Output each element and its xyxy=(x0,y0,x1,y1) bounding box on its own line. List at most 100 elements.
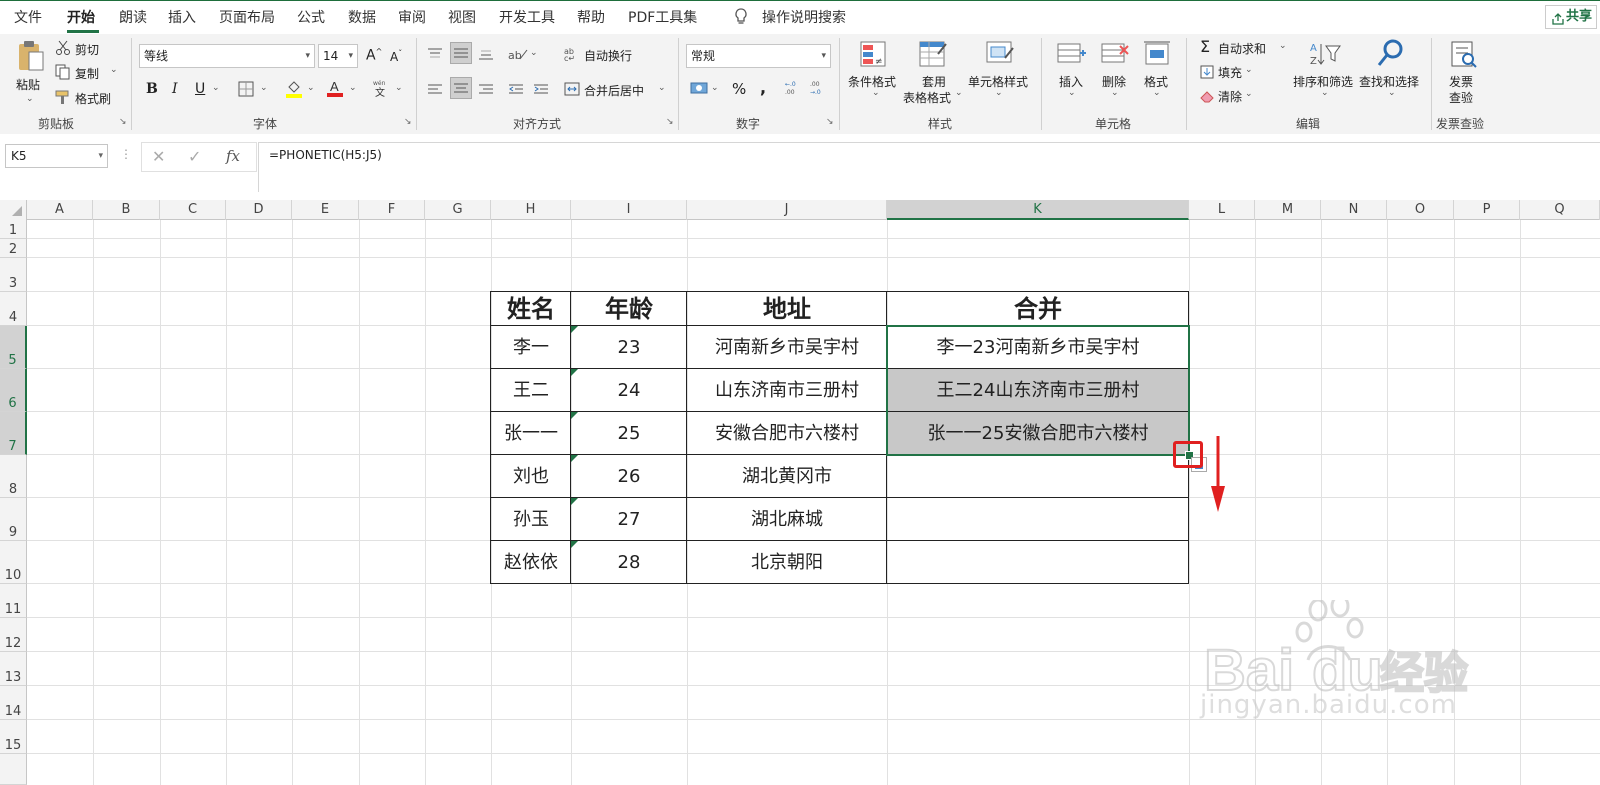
percent-button[interactable]: % xyxy=(732,80,746,98)
wrap-text-icon[interactable]: ab c↵ xyxy=(564,46,580,66)
chevron-down-icon[interactable]: ⌄ xyxy=(307,83,315,93)
cell-merged[interactable] xyxy=(887,455,1189,498)
paste-button[interactable]: 粘贴 ⌄ xyxy=(10,38,50,108)
cell-address[interactable]: 湖北麻城 xyxy=(687,498,887,541)
cell-merged[interactable] xyxy=(887,498,1189,541)
row-header-12[interactable]: 12 xyxy=(0,618,27,652)
cell-age[interactable]: 28 xyxy=(571,541,687,584)
copy-button[interactable]: 复制 xyxy=(75,65,99,82)
menu-insert[interactable]: 插入 xyxy=(168,7,196,27)
chevron-down-icon[interactable]: ⌄ xyxy=(212,83,220,93)
decrease-decimal-icon[interactable]: .00 →.0 xyxy=(810,80,830,100)
dialog-launcher-icon[interactable]: ↘ xyxy=(826,117,836,127)
font-name-select[interactable]: 等线 ▾ xyxy=(139,44,315,68)
column-header-d[interactable]: D xyxy=(226,200,292,220)
cell-age[interactable]: 24 xyxy=(571,369,687,412)
cell-address[interactable]: 河南新乡市吴宇村 xyxy=(687,326,887,369)
row-header-5[interactable]: 5 xyxy=(0,326,27,369)
cell-age[interactable]: 27 xyxy=(571,498,687,541)
merge-center-button[interactable]: 合并后居中 xyxy=(584,82,644,99)
menu-review[interactable]: 审阅 xyxy=(398,7,426,27)
row-header-15[interactable]: 15 xyxy=(0,720,27,754)
invoice-line1[interactable]: 发票 xyxy=(1449,73,1473,90)
align-right-icon[interactable] xyxy=(478,82,494,101)
phonetic-icon[interactable]: wén 文 xyxy=(372,78,390,102)
align-middle-icon[interactable] xyxy=(450,42,472,64)
formula-input[interactable]: =PHONETIC(H5:J5) xyxy=(258,142,1600,192)
row-header-11[interactable]: 11 xyxy=(0,584,27,618)
chevron-down-icon[interactable]: ⌄ xyxy=(1279,41,1287,51)
fill-down-icon[interactable] xyxy=(1200,64,1214,83)
cell-address[interactable]: 安徽合肥市六楼村 xyxy=(687,412,887,455)
align-bottom-icon[interactable] xyxy=(478,46,494,65)
row-header-13[interactable]: 13 xyxy=(0,652,27,686)
column-header-n[interactable]: N xyxy=(1321,200,1387,220)
number-format-select[interactable]: 常规 ▾ xyxy=(686,44,831,68)
column-header-c[interactable]: C xyxy=(160,200,226,220)
format-cells-icon[interactable] xyxy=(1142,40,1172,72)
row-header-6[interactable]: 6 xyxy=(0,369,27,412)
header-name[interactable]: 姓名 xyxy=(491,292,571,326)
chevron-down-icon[interactable]: ⌄ xyxy=(658,83,666,93)
chevron-down-icon[interactable]: ⌄ xyxy=(260,83,268,93)
column-header-a[interactable]: A xyxy=(27,200,93,220)
cell-name[interactable]: 赵依依 xyxy=(491,541,571,584)
copy-icon[interactable] xyxy=(55,64,71,84)
cell-name[interactable]: 王二 xyxy=(491,369,571,412)
error-indicator-icon[interactable] xyxy=(571,412,578,419)
format-as-table-line1[interactable]: 套用 xyxy=(922,73,946,90)
format-painter-button[interactable]: 格式刷 xyxy=(75,90,111,107)
row-header-10[interactable]: 10 xyxy=(0,541,27,584)
autosum-button[interactable]: 自动求和 xyxy=(1218,40,1266,57)
menu-home[interactable]: 开始 xyxy=(67,7,95,27)
header-address[interactable]: 地址 xyxy=(687,292,887,326)
column-header-o[interactable]: O xyxy=(1387,200,1454,220)
column-header-p[interactable]: P xyxy=(1454,200,1520,220)
chevron-down-icon[interactable]: ⌄ xyxy=(872,88,880,98)
menu-pdf-tools[interactable]: PDF工具集 xyxy=(628,7,697,27)
chevron-down-icon[interactable]: ⌄ xyxy=(1245,65,1253,75)
magnifier-icon[interactable] xyxy=(1375,38,1407,72)
column-header-b[interactable]: B xyxy=(93,200,160,220)
menu-read-aloud[interactable]: 朗读 xyxy=(119,7,147,27)
row-header-16[interactable] xyxy=(0,754,27,785)
row-header-1[interactable]: 1 xyxy=(0,220,27,239)
cell-styles-icon[interactable] xyxy=(985,40,1015,72)
header-merged[interactable]: 合并 xyxy=(887,292,1189,326)
cell-name[interactable]: 李一 xyxy=(491,326,571,369)
menu-help[interactable]: 帮助 xyxy=(577,7,605,27)
sigma-icon[interactable]: Σ xyxy=(1200,37,1210,56)
chevron-down-icon[interactable]: ⌄ xyxy=(1068,88,1076,98)
cell-address[interactable]: 山东济南市三册村 xyxy=(687,369,887,412)
decrease-indent-icon[interactable] xyxy=(508,82,524,101)
chevron-down-icon[interactable]: ⌄ xyxy=(1153,88,1161,98)
enter-icon[interactable]: ✓ xyxy=(188,147,201,166)
align-left-icon[interactable] xyxy=(427,82,443,101)
chevron-down-icon[interactable]: ⌄ xyxy=(1321,88,1329,98)
align-top-icon[interactable] xyxy=(427,46,443,65)
fill-color-icon[interactable] xyxy=(285,79,303,103)
bold-button[interactable]: B xyxy=(146,81,158,97)
row-header-14[interactable]: 14 xyxy=(0,686,27,720)
orientation-icon[interactable]: ab xyxy=(508,46,528,65)
underline-button[interactable]: U xyxy=(195,81,205,97)
column-header-q[interactable]: Q xyxy=(1520,200,1600,220)
invoice-line2[interactable]: 查验 xyxy=(1449,89,1473,106)
decrease-font-icon[interactable]: Aˇ xyxy=(390,49,402,64)
cancel-icon[interactable]: ✕ xyxy=(152,147,165,166)
invoice-check-icon[interactable] xyxy=(1448,40,1478,72)
chevron-down-icon[interactable]: ⌄ xyxy=(1111,88,1119,98)
cell-age[interactable]: 25 xyxy=(571,412,687,455)
row-header-8[interactable]: 8 xyxy=(0,455,27,498)
insert-function-icon[interactable]: fx xyxy=(226,147,240,165)
column-header-m[interactable]: M xyxy=(1255,200,1321,220)
conditional-formatting-icon[interactable]: ≠ xyxy=(859,40,889,72)
dialog-launcher-icon[interactable]: ↘ xyxy=(666,117,676,127)
chevron-down-icon[interactable]: ⌄ xyxy=(395,83,403,93)
menu-view[interactable]: 视图 xyxy=(448,7,476,27)
row-header-3[interactable]: 3 xyxy=(0,258,27,292)
merge-center-icon[interactable] xyxy=(564,81,580,101)
share-button[interactable]: 共享 xyxy=(1545,5,1597,29)
cell-address[interactable]: 湖北黄冈市 xyxy=(687,455,887,498)
fill-button[interactable]: 填充 xyxy=(1218,64,1242,81)
